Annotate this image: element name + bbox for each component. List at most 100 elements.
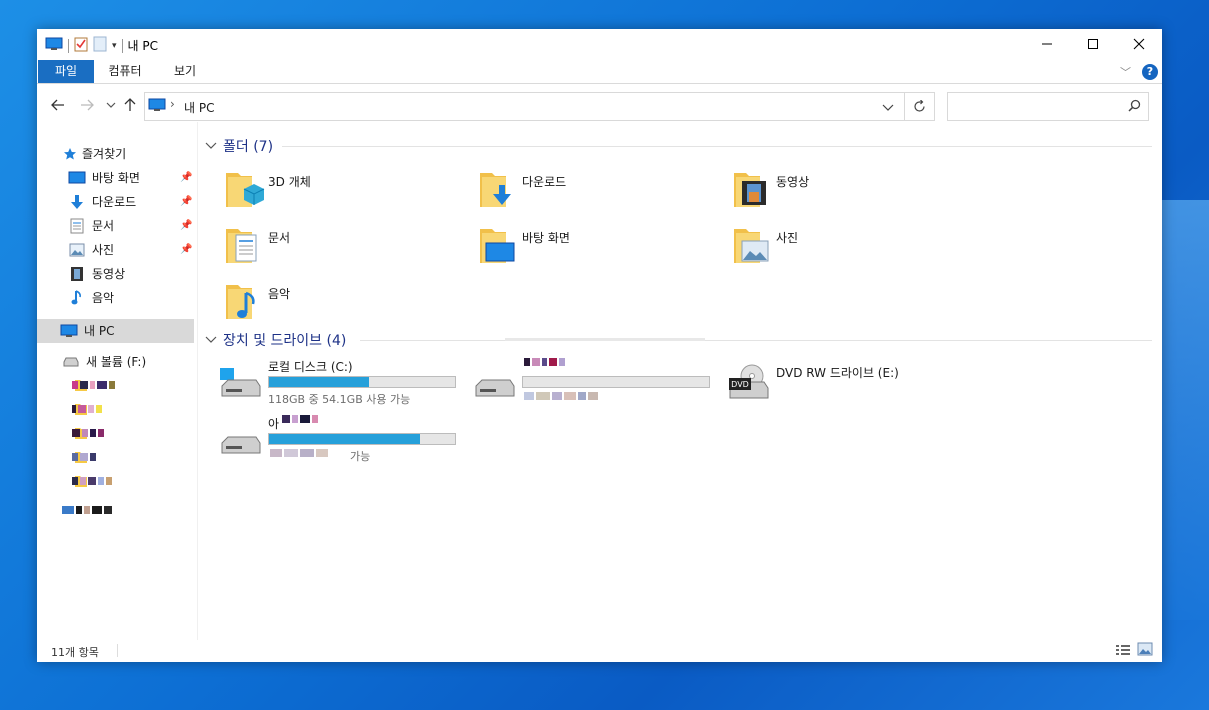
nav-item-this-pc[interactable]: 내 PC (60, 320, 114, 342)
properties-icon[interactable] (74, 36, 88, 55)
close-button[interactable] (1116, 29, 1162, 59)
this-pc-icon (45, 37, 63, 54)
nav-item-documents[interactable]: 문서 (68, 215, 114, 237)
redacted-label (62, 506, 112, 514)
pin-icon[interactable]: 📌 (180, 220, 192, 231)
drive-usage-fill (523, 377, 708, 387)
item-count: 11개 항목 (51, 646, 99, 659)
music-icon (68, 290, 86, 306)
nav-item-desktop[interactable]: 바탕 화면 (68, 167, 140, 189)
forward-button[interactable] (78, 96, 96, 114)
downloads-folder-icon (480, 173, 511, 207)
folder-tile-pictures[interactable]: 사진 (730, 223, 970, 275)
star-icon (63, 146, 77, 162)
windows-drive-icon (220, 368, 261, 397)
nav-item-subfolder[interactable] (72, 422, 104, 444)
drive-usage-fill (269, 377, 370, 387)
drive-icon (62, 354, 80, 370)
download-icon (68, 194, 86, 210)
help-icon[interactable]: ? (1142, 64, 1158, 80)
folder-tile-music[interactable]: 음악 (222, 279, 462, 331)
nav-item-videos[interactable]: 동영상 (68, 263, 125, 285)
back-button[interactable] (49, 96, 67, 114)
nav-item-subfolder[interactable] (72, 470, 112, 492)
group-divider (282, 146, 1152, 147)
content-pane: 폴더 (7) 3D 개체 다운로드 동영상 문서 바탕 화면 사진 음악 장치 … (200, 122, 1155, 640)
nav-item-subfolder[interactable] (72, 374, 115, 396)
drive-redacted-2[interactable]: 아 가능 (218, 415, 468, 467)
search-icon[interactable] (1128, 99, 1141, 115)
customize-qat-dropdown-icon[interactable]: ▾ (112, 41, 117, 51)
desktop-folder-icon (480, 229, 515, 263)
drive-usage-fill (269, 434, 420, 444)
redacted-label (72, 453, 96, 461)
nav-item-subfolder[interactable] (72, 446, 96, 468)
redacted-label (524, 358, 565, 366)
folder-tile-documents[interactable]: 문서 (222, 223, 462, 275)
drive-local-disk-c[interactable]: 로컬 디스크 (C:) 118GB 중 54.1GB 사용 가능 (218, 358, 468, 410)
search-box[interactable] (947, 92, 1149, 121)
music-folder-icon (226, 285, 255, 319)
recent-locations-chevron-icon[interactable] (102, 96, 120, 114)
folder-tile-3d-objects[interactable]: 3D 개체 (222, 167, 462, 219)
drive-usage-bar (268, 433, 456, 445)
expand-ribbon-icon[interactable]: ﹀ (1120, 64, 1131, 80)
navigation-pane: 즐겨찾기 바탕 화면 📌 다운로드 📌 문서 📌 사진 📌 동영상 음악 내 P… (37, 122, 198, 640)
this-pc-icon (148, 98, 166, 115)
desktop-light-ray (1162, 200, 1209, 620)
status-separator (117, 644, 118, 657)
group-header-drives[interactable]: 장치 및 드라이브 (4) (205, 330, 346, 350)
folder-tile-desktop[interactable]: 바탕 화면 (476, 223, 716, 275)
refresh-button[interactable] (904, 92, 935, 121)
redacted-free-text (270, 449, 328, 457)
group-header-folders[interactable]: 폴더 (7) (205, 136, 273, 156)
address-bar[interactable]: › 내 PC (144, 92, 905, 121)
drive-dvd-e[interactable]: DVD DVD RW 드라이브 (E:) (726, 358, 976, 410)
document-icon (68, 218, 86, 234)
redacted-label (72, 477, 112, 485)
separator (121, 38, 123, 53)
large-icons-view-icon[interactable] (1137, 642, 1153, 659)
window-title: 내 PC (127, 39, 159, 53)
this-pc-icon (60, 323, 78, 339)
chevron-down-icon (205, 336, 217, 343)
new-folder-icon[interactable] (93, 36, 107, 55)
details-view-icon[interactable] (1115, 643, 1131, 660)
drive-icon (475, 379, 515, 397)
documents-folder-icon (226, 229, 257, 263)
tab-view[interactable]: 보기 (161, 60, 209, 83)
dvd-badge-text: DVD (731, 380, 749, 389)
address-history-chevron-icon[interactable] (882, 101, 894, 115)
nav-item-quick-access[interactable]: 즐겨찾기 (63, 143, 126, 165)
folder-tile-videos[interactable]: 동영상 (730, 167, 970, 219)
status-bar: 11개 항목 (37, 640, 1162, 662)
nav-item-pictures[interactable]: 사진 (68, 239, 114, 261)
separator (68, 38, 69, 53)
drive-redacted[interactable] (472, 358, 722, 410)
pin-icon[interactable]: 📌 (180, 172, 192, 183)
nav-item-new-volume[interactable]: 새 볼륨 (F:) (62, 351, 146, 373)
redacted-label (72, 429, 104, 437)
pictures-folder-icon (734, 229, 769, 263)
dvd-drive-icon: DVD (729, 364, 769, 399)
tab-computer[interactable]: 컴퓨터 (99, 60, 151, 83)
breadcrumb-separator-icon[interactable]: › (170, 97, 175, 111)
minimize-button[interactable] (1024, 29, 1070, 59)
breadcrumb-this-pc[interactable]: 내 PC (184, 99, 214, 116)
nav-item-subfolder[interactable] (72, 398, 102, 420)
scroll-hint-bar (505, 338, 705, 341)
tab-file[interactable]: 파일 (38, 60, 94, 83)
folder-tile-downloads[interactable]: 다운로드 (476, 167, 716, 219)
up-button[interactable] (121, 96, 139, 114)
drive-usage-bar (522, 376, 710, 388)
pin-icon[interactable]: 📌 (180, 244, 192, 255)
title-bar: ▾ 내 PC (37, 29, 1162, 59)
videos-folder-icon (734, 173, 766, 207)
nav-item-music[interactable]: 음악 (68, 287, 114, 309)
nav-item-downloads[interactable]: 다운로드 (68, 191, 136, 213)
search-input[interactable] (952, 93, 1126, 120)
pin-icon[interactable]: 📌 (180, 196, 192, 207)
maximize-button[interactable] (1070, 29, 1116, 59)
drive-icon (221, 436, 261, 454)
redacted-label (72, 405, 102, 413)
